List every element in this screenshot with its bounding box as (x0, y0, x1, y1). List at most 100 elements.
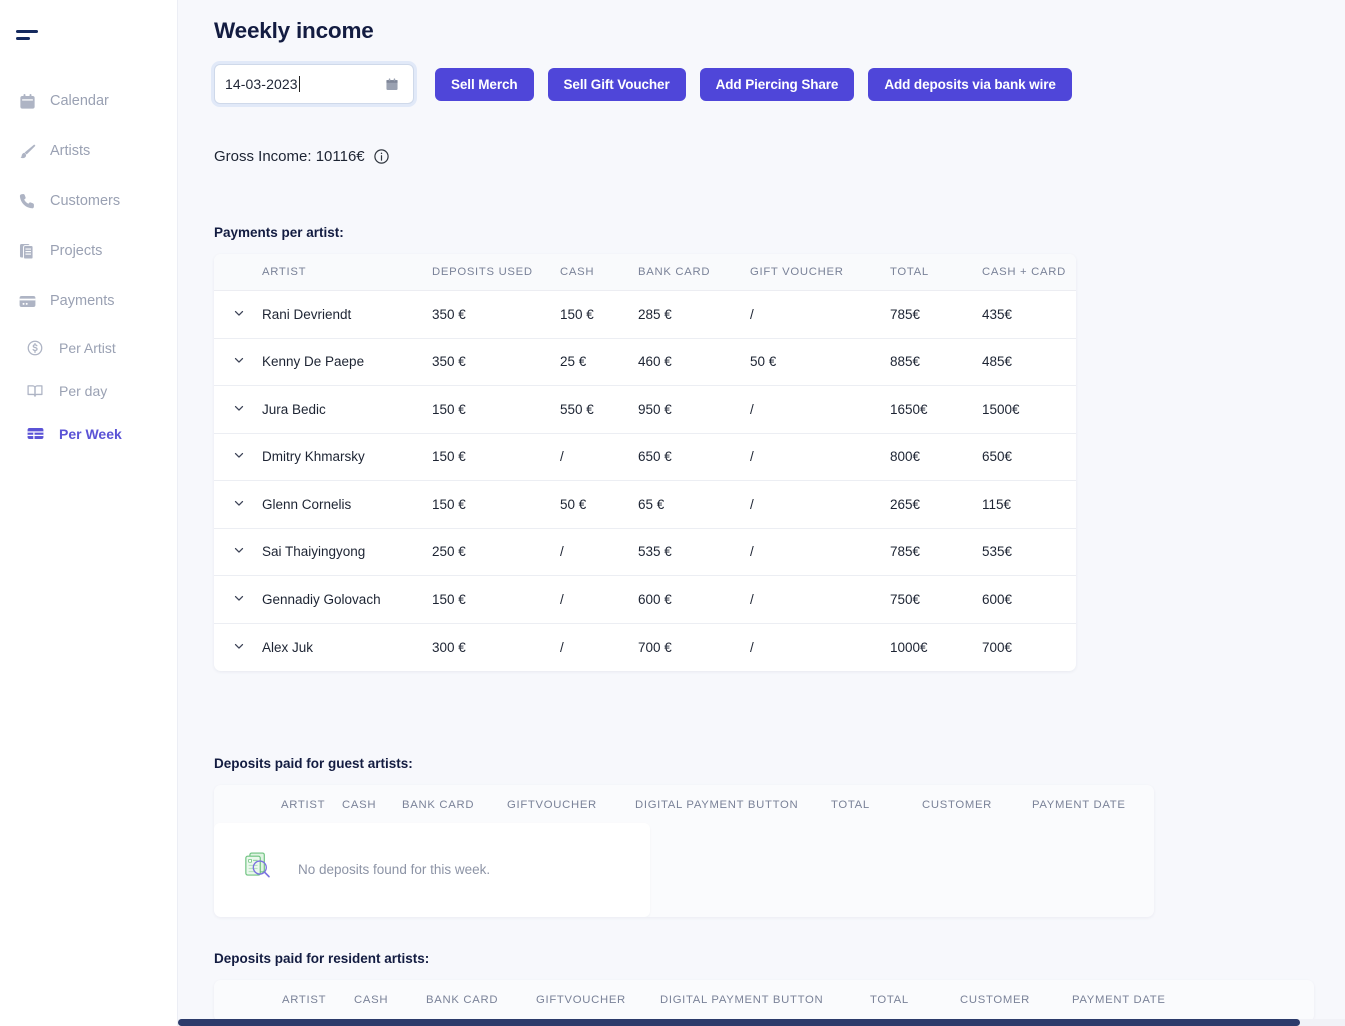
cell-cash: 550 € (560, 385, 638, 434)
sidebar-subnav: Per Artist Per day Per Week (0, 326, 177, 455)
cell-bank-card: 950 € (638, 385, 750, 434)
add-deposits-bank-wire-button[interactable]: Add deposits via bank wire (868, 67, 1072, 101)
guest-deposits-card: ARTIST CASH BANK CARD GIFTVOUCHER DIGITA… (214, 784, 1154, 917)
date-input-value: 14-03-2023 (225, 76, 298, 92)
cell-total: 750€ (890, 575, 982, 624)
table-row[interactable]: Jura Bedic 150 €550 €950 €/1650€ 1500€ (214, 385, 1076, 434)
cell-gift-voucher: / (750, 290, 890, 339)
sell-merch-button[interactable]: Sell Merch (435, 67, 534, 101)
cell-bank-card: 600 € (638, 575, 750, 624)
cell-deposits-used: 150 € (432, 480, 560, 529)
calendar-icon[interactable] (385, 77, 399, 97)
chevron-down-icon[interactable] (232, 639, 246, 653)
row-expand-cell[interactable] (214, 575, 262, 624)
table-row[interactable]: Gennadiy Golovach 150 €/600 €/750€ 600€ (214, 575, 1076, 624)
cell-deposits-used: 250 € (432, 528, 560, 576)
sidebar-item-payments[interactable]: Payments (0, 276, 177, 326)
column-header-artist: ARTIST (262, 254, 432, 291)
chevron-down-icon[interactable] (232, 353, 246, 367)
add-piercing-share-button[interactable]: Add Piercing Share (699, 67, 855, 101)
sidebar-subitem-label: Per Artist (59, 339, 116, 356)
table-header: ARTIST DEPOSITS USED CASH BANK CARD GIFT… (214, 254, 1076, 291)
cell-deposits-used: 350 € (432, 290, 560, 339)
sidebar-item-label: Payments (50, 293, 115, 309)
chevron-down-icon[interactable] (232, 543, 246, 557)
cell-cash: / (560, 575, 638, 624)
column-header-giftvoucher: GIFTVOUCHER (507, 798, 597, 811)
cell-cash: 50 € (560, 480, 638, 529)
row-expand-cell[interactable] (214, 480, 262, 529)
chevron-down-icon[interactable] (232, 401, 246, 415)
cell-total: 785€ (890, 528, 982, 576)
calendar-icon (16, 90, 38, 112)
cell-gift-voucher: / (750, 480, 890, 529)
chevron-down-icon[interactable] (232, 591, 246, 605)
scrollbar-thumb[interactable] (178, 1019, 1300, 1026)
sidebar-item-per-artist[interactable]: Per Artist (8, 326, 177, 369)
paintbrush-icon (16, 140, 38, 162)
book-icon (24, 380, 46, 402)
chevron-down-icon[interactable] (232, 448, 246, 462)
table-row[interactable]: Sai Thaiyingyong 250 €/535 €/785€ 535€ (214, 528, 1076, 576)
column-header-customer: CUSTOMER (922, 798, 993, 811)
cell-total: 800€ (890, 433, 982, 481)
date-input[interactable]: 14-03-2023 (214, 64, 414, 104)
app-root: Calendar Artists Customers Projects Paym… (0, 0, 1345, 1026)
table-row[interactable]: Alex Juk 300 € / 700 € / 1000€ 700€ (214, 623, 1076, 671)
column-header-cash-card: CASH + CARD (982, 254, 1076, 291)
column-header-artist: ARTIST (281, 798, 326, 811)
horizontal-scrollbar[interactable] (178, 1019, 1345, 1026)
table-body: Rani Devriendt 350 €150 €285 €/785€ 435€ Ke… (214, 290, 1076, 671)
column-header-total: TOTAL (870, 993, 909, 1006)
sidebar-item-per-week[interactable]: Per Week (8, 412, 177, 455)
dollar-circle-icon (24, 337, 46, 359)
table-row[interactable]: Rani Devriendt 350 €150 €285 €/785€ 435€ (214, 290, 1076, 339)
column-header-bank-card: BANK CARD (638, 254, 750, 291)
cell-deposits-used: 150 € (432, 575, 560, 624)
cell-bank-card: 65 € (638, 480, 750, 529)
gross-income-summary: Gross Income: 10116€ (214, 148, 1345, 165)
cell-total: 785€ (890, 290, 982, 339)
column-header-cash: CASH (354, 993, 389, 1006)
text-caret (298, 76, 300, 92)
row-expand-cell[interactable] (214, 290, 262, 339)
sidebar-item-calendar[interactable]: Calendar (0, 76, 177, 126)
cell-cash-card: 600€ (982, 575, 1076, 624)
sell-gift-voucher-button[interactable]: Sell Gift Voucher (547, 67, 686, 101)
column-header-payment-date: PAYMENT DATE (1072, 993, 1166, 1006)
page-title: Weekly income (214, 18, 374, 43)
credit-card-icon (16, 290, 38, 312)
sidebar-subitem-label: Per day (59, 382, 108, 399)
sidebar-item-per-day[interactable]: Per day (8, 369, 177, 412)
cell-total: 1000€ (890, 639, 928, 655)
chevron-down-icon[interactable] (232, 496, 246, 510)
table-row[interactable]: Glenn Cornelis 150 €50 €65 €/265€ 115€ (214, 480, 1076, 529)
sidebar-item-projects[interactable]: Projects (0, 226, 177, 276)
cell-artist: Kenny De Paepe (262, 338, 432, 386)
row-expand-cell[interactable] (214, 433, 262, 481)
column-header-expand (214, 254, 262, 291)
hamburger-bar-top (16, 30, 38, 33)
sidebar-item-customers[interactable]: Customers (0, 176, 177, 226)
gross-income-text: Gross Income: 10116€ (214, 148, 365, 165)
hamburger-icon[interactable] (16, 24, 44, 46)
resident-deposits-card: ARTIST CASH BANK CARD GIFTVOUCHER DIGITA… (214, 979, 1314, 1022)
table-row[interactable]: Dmitry Khmarsky 150 €/650 €/800€ 650€ (214, 433, 1076, 481)
table-row[interactable]: Kenny De Paepe 350 €25 €460 €50 €885€ 485€ (214, 338, 1076, 386)
table-header-row: ARTIST DEPOSITS USED CASH BANK CARD GIFT… (214, 254, 1076, 291)
main-content: Weekly income 14-03-2023 Sell Merch Sell… (178, 0, 1345, 1026)
column-header-total: TOTAL (890, 254, 982, 291)
payments-per-artist-table: ARTIST DEPOSITS USED CASH BANK CARD GIFT… (214, 254, 1076, 671)
hamburger-bar-bottom (16, 37, 30, 40)
row-expand-cell[interactable] (214, 385, 262, 434)
row-expand-cell[interactable] (214, 528, 262, 576)
sidebar-item-artists[interactable]: Artists (0, 126, 177, 176)
column-header-cash: CASH (560, 254, 638, 291)
column-header-total: TOTAL (831, 798, 870, 811)
row-expand-cell[interactable] (214, 338, 262, 386)
resident-deposits-label: Deposits paid for resident artists: (214, 950, 430, 966)
row-expand-cell[interactable] (214, 623, 262, 671)
chevron-down-icon[interactable] (232, 306, 246, 320)
table-grid-icon (24, 423, 46, 445)
info-icon[interactable] (373, 148, 390, 165)
